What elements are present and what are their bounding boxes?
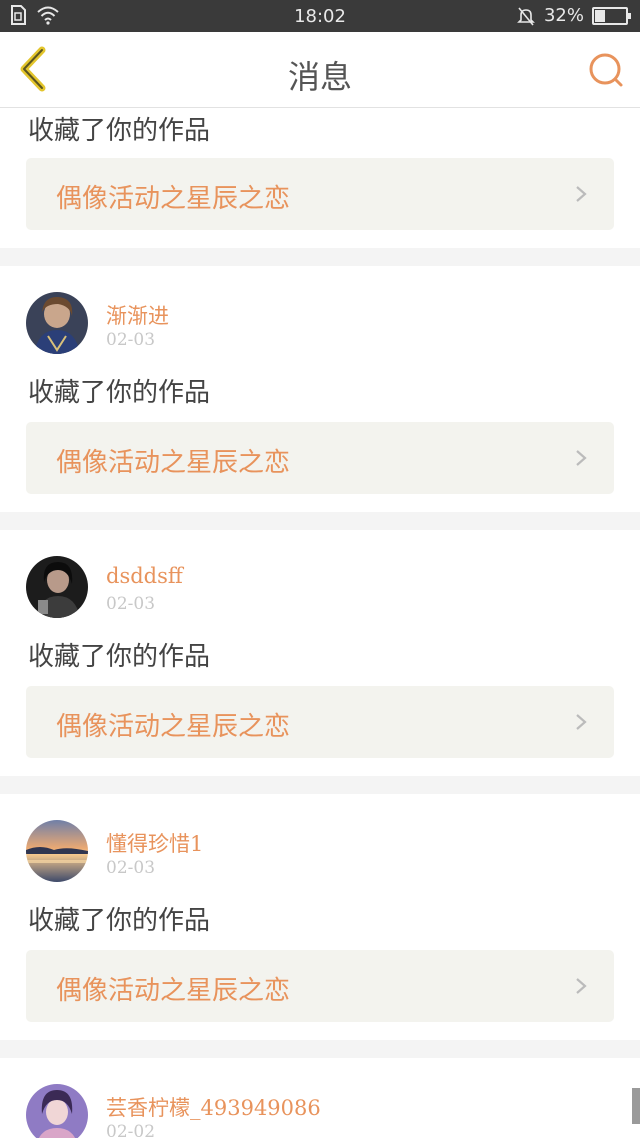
work-link[interactable]: 偶像活动之星辰之恋 bbox=[26, 158, 614, 230]
message-card: 芸香柠檬_493949086 02-02 bbox=[0, 1058, 640, 1138]
message-card: 渐渐进 02-03 收藏了你的作品 偶像活动之星辰之恋 bbox=[0, 266, 640, 512]
avatar[interactable] bbox=[26, 1084, 88, 1138]
page-title: 消息 bbox=[287, 58, 352, 96]
battery-percent: 32% bbox=[543, 5, 584, 26]
work-link[interactable]: 偶像活动之星辰之恋 bbox=[26, 686, 614, 758]
message-action: 收藏了你的作品 bbox=[28, 116, 211, 146]
search-icon[interactable] bbox=[586, 50, 626, 90]
message-card: 收藏了你的作品 偶像活动之星辰之恋 bbox=[0, 108, 640, 248]
username[interactable]: 渐渐进 bbox=[106, 300, 169, 330]
work-title: 偶像活动之星辰之恋 bbox=[56, 976, 291, 1006]
message-date: 02-03 bbox=[106, 858, 156, 878]
avatar[interactable] bbox=[26, 292, 88, 354]
message-action: 收藏了你的作品 bbox=[28, 642, 211, 672]
avatar[interactable] bbox=[26, 820, 88, 882]
work-link[interactable]: 偶像活动之星辰之恋 bbox=[26, 950, 614, 1022]
message-date: 02-03 bbox=[106, 594, 156, 614]
username[interactable]: 芸香柠檬_493949086 bbox=[106, 1092, 321, 1122]
avatar-image bbox=[26, 556, 88, 618]
chevron-right-icon bbox=[576, 450, 587, 466]
chevron-right-icon bbox=[576, 714, 587, 730]
status-right: 32% bbox=[516, 5, 631, 26]
nav-bar: 消息 bbox=[0, 32, 640, 108]
message-card: dsddsff 02-03 收藏了你的作品 偶像活动之星辰之恋 bbox=[0, 530, 640, 776]
status-bar: 18:02 32% bbox=[0, 0, 640, 32]
work-link[interactable]: 偶像活动之星辰之恋 bbox=[26, 422, 614, 494]
work-title: 偶像活动之星辰之恋 bbox=[56, 448, 291, 478]
avatar[interactable] bbox=[26, 556, 88, 618]
avatar-image bbox=[26, 292, 88, 354]
chevron-right-icon bbox=[576, 978, 587, 994]
avatar-image bbox=[26, 1084, 88, 1138]
message-action: 收藏了你的作品 bbox=[28, 906, 211, 936]
bell-muted-icon bbox=[517, 6, 535, 26]
scrollbar-thumb[interactable] bbox=[632, 1088, 640, 1124]
work-title: 偶像活动之星辰之恋 bbox=[56, 184, 291, 214]
username[interactable]: dsddsff bbox=[106, 564, 183, 588]
message-date: 02-03 bbox=[106, 330, 156, 350]
battery-icon bbox=[592, 6, 631, 25]
message-card: 懂得珍惜1 02-03 收藏了你的作品 偶像活动之星辰之恋 bbox=[0, 794, 640, 1040]
chevron-right-icon bbox=[576, 186, 587, 202]
avatar-image bbox=[26, 820, 88, 882]
message-date: 02-02 bbox=[106, 1122, 156, 1138]
work-title: 偶像活动之星辰之恋 bbox=[56, 712, 291, 742]
battery-level bbox=[595, 9, 606, 22]
username[interactable]: 懂得珍惜1 bbox=[106, 828, 203, 858]
message-action: 收藏了你的作品 bbox=[28, 378, 211, 408]
